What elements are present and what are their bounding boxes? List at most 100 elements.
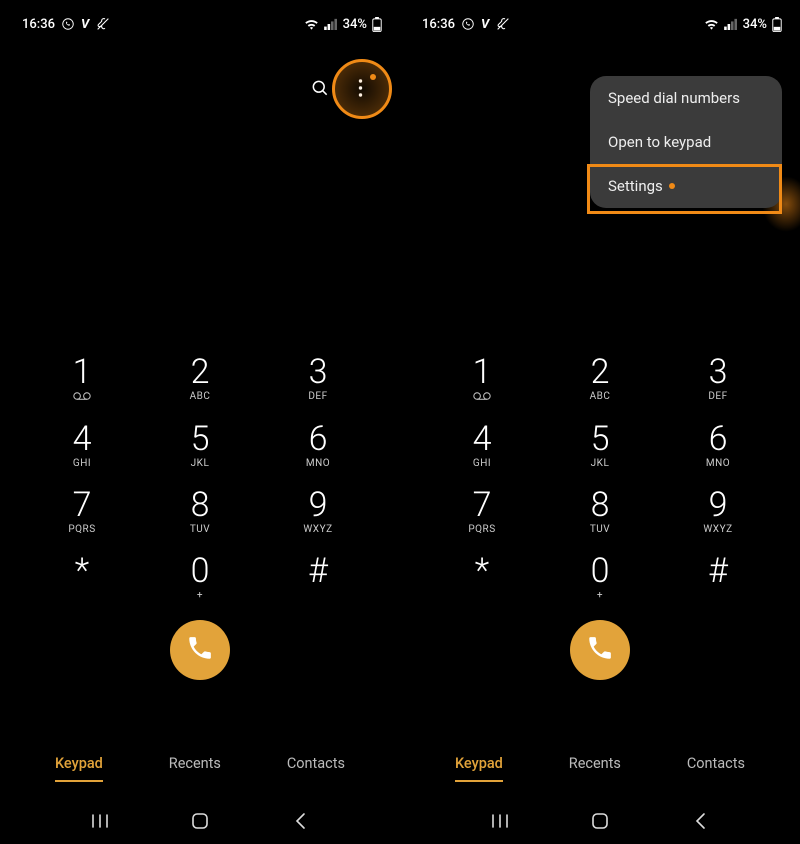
recents-nav-button[interactable] bbox=[89, 810, 111, 832]
android-nav-bar bbox=[0, 810, 400, 832]
keypad-digit: 6 bbox=[278, 422, 358, 456]
phone-icon bbox=[586, 634, 614, 666]
keypad-sub: TUV bbox=[560, 524, 640, 536]
keypad-sub bbox=[42, 391, 122, 404]
keypad-key-7[interactable]: 7 PQRS bbox=[442, 488, 522, 536]
tab-recents[interactable]: Recents bbox=[169, 747, 221, 782]
keypad-digit: 1 bbox=[42, 355, 122, 389]
signal-icon bbox=[724, 18, 738, 30]
v-icon: V bbox=[81, 17, 89, 32]
voicemail-icon bbox=[73, 391, 91, 401]
menu-item-open to keypad[interactable]: Open to keypad bbox=[590, 120, 782, 164]
voicemail-icon bbox=[473, 391, 491, 401]
wifi-icon bbox=[704, 18, 719, 30]
keypad-key-3[interactable]: 3 DEF bbox=[278, 355, 358, 404]
keypad-sub bbox=[278, 590, 358, 602]
back-nav-button[interactable] bbox=[289, 810, 311, 832]
battery-text: 34% bbox=[743, 17, 767, 32]
keypad-key-0[interactable]: 0 + bbox=[560, 554, 640, 602]
keypad-row: * 0 + # bbox=[42, 554, 358, 602]
keypad-key-8[interactable]: 8 TUV bbox=[560, 488, 640, 536]
menu-item-speed dial numbers[interactable]: Speed dial numbers bbox=[590, 76, 782, 120]
menu-item-label: Open to keypad bbox=[608, 133, 711, 151]
more-vertical-icon bbox=[358, 79, 363, 101]
keypad-digit: 2 bbox=[560, 355, 640, 389]
keypad-key-3[interactable]: 3 DEF bbox=[678, 355, 758, 404]
keypad-key-5[interactable]: 5 JKL bbox=[160, 422, 240, 470]
keypad-key-1[interactable]: 1 bbox=[42, 355, 122, 404]
keypad-digit: 8 bbox=[160, 488, 240, 522]
whatsapp-icon bbox=[461, 17, 475, 31]
keypad-key-5[interactable]: 5 JKL bbox=[560, 422, 640, 470]
keypad-sub: GHI bbox=[442, 458, 522, 470]
mute-icon bbox=[95, 16, 111, 32]
keypad-key-1[interactable]: 1 bbox=[442, 355, 522, 404]
tab-recents[interactable]: Recents bbox=[569, 747, 621, 782]
keypad-key-*[interactable]: * bbox=[442, 554, 522, 602]
keypad-sub: PQRS bbox=[42, 524, 122, 536]
keypad-row: 7 PQRS 8 TUV 9 WXYZ bbox=[442, 488, 758, 536]
menu-item-label: Speed dial numbers bbox=[608, 89, 740, 107]
whatsapp-icon bbox=[61, 17, 75, 31]
keypad-digit: 6 bbox=[678, 422, 758, 456]
call-button[interactable] bbox=[570, 620, 630, 680]
keypad-digit: 0 bbox=[160, 554, 240, 588]
keypad-digit: 7 bbox=[442, 488, 522, 522]
tab-keypad[interactable]: Keypad bbox=[455, 747, 503, 782]
keypad-digit: 3 bbox=[278, 355, 358, 389]
notification-dot bbox=[370, 74, 376, 80]
keypad-sub: PQRS bbox=[442, 524, 522, 536]
keypad-key-2[interactable]: 2 ABC bbox=[560, 355, 640, 404]
keypad-digit: 4 bbox=[42, 422, 122, 456]
tab-contacts[interactable]: Contacts bbox=[287, 747, 345, 782]
keypad-key-9[interactable]: 9 WXYZ bbox=[278, 488, 358, 536]
keypad-key-4[interactable]: 4 GHI bbox=[42, 422, 122, 470]
keypad-key-6[interactable]: 6 MNO bbox=[278, 422, 358, 470]
overflow-menu: Speed dial numbers Open to keypad Settings bbox=[590, 76, 782, 208]
tab-keypad[interactable]: Keypad bbox=[55, 747, 103, 782]
menu-item-settings[interactable]: Settings bbox=[590, 164, 782, 208]
keypad-sub: DEF bbox=[278, 391, 358, 403]
more-button[interactable] bbox=[348, 78, 372, 102]
search-icon bbox=[310, 78, 330, 102]
status-bar: 16:36 V 34% bbox=[0, 0, 400, 38]
back-nav-button[interactable] bbox=[689, 810, 711, 832]
keypad-key-9[interactable]: 9 WXYZ bbox=[678, 488, 758, 536]
keypad-sub: MNO bbox=[278, 458, 358, 470]
keypad-key-6[interactable]: 6 MNO bbox=[678, 422, 758, 470]
top-actions bbox=[308, 78, 372, 102]
keypad-key-2[interactable]: 2 ABC bbox=[160, 355, 240, 404]
signal-icon bbox=[324, 18, 338, 30]
keypad-sub bbox=[442, 391, 522, 404]
keypad-digit: 1 bbox=[442, 355, 522, 389]
search-button[interactable] bbox=[308, 78, 332, 102]
battery-text: 34% bbox=[343, 17, 367, 32]
keypad-key-4[interactable]: 4 GHI bbox=[442, 422, 522, 470]
keypad-digit: 0 bbox=[560, 554, 640, 588]
keypad-key-0[interactable]: 0 + bbox=[160, 554, 240, 602]
keypad-row: * 0 + # bbox=[442, 554, 758, 602]
keypad-key-8[interactable]: 8 TUV bbox=[160, 488, 240, 536]
home-nav-button[interactable] bbox=[589, 810, 611, 832]
tab-contacts[interactable]: Contacts bbox=[687, 747, 745, 782]
keypad-digit: # bbox=[678, 554, 758, 588]
call-button[interactable] bbox=[170, 620, 230, 680]
keypad-row: 1 2 ABC 3 DEF bbox=[442, 355, 758, 404]
keypad-sub bbox=[678, 590, 758, 602]
keypad-key-#[interactable]: # bbox=[678, 554, 758, 602]
keypad-key-7[interactable]: 7 PQRS bbox=[42, 488, 122, 536]
keypad-key-*[interactable]: * bbox=[42, 554, 122, 602]
battery-icon bbox=[772, 17, 782, 32]
keypad-digit: 9 bbox=[678, 488, 758, 522]
wifi-icon bbox=[304, 18, 319, 30]
keypad-key-#[interactable]: # bbox=[278, 554, 358, 602]
keypad-sub: DEF bbox=[678, 391, 758, 403]
keypad-sub: + bbox=[160, 590, 240, 602]
recents-nav-button[interactable] bbox=[489, 810, 511, 832]
status-time: 16:36 bbox=[22, 17, 55, 32]
home-nav-button[interactable] bbox=[189, 810, 211, 832]
menu-item-label: Settings bbox=[608, 177, 663, 195]
keypad-sub: WXYZ bbox=[278, 524, 358, 536]
keypad-digit: # bbox=[278, 554, 358, 588]
phone-icon bbox=[186, 634, 214, 666]
